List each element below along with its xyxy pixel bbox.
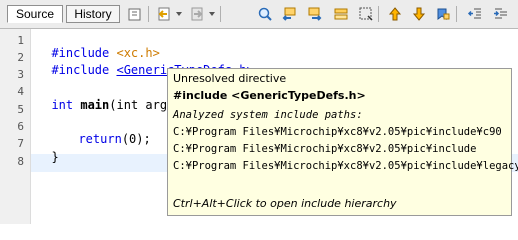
line-number: 6 <box>17 120 24 133</box>
code-line-4[interactable]: int main(int argc,c <box>37 84 188 112</box>
tooltip-analyzed-label: Analyzed system include paths: <box>173 109 363 121</box>
back-icon[interactable] <box>155 5 173 23</box>
line-number: 5 <box>17 103 24 116</box>
line-number: 3 <box>17 68 24 81</box>
toolbar-separator <box>148 6 149 22</box>
last-edit-icon[interactable] <box>126 5 144 23</box>
back-dropdown-icon[interactable] <box>176 12 182 16</box>
shift-left-icon[interactable] <box>466 5 484 23</box>
line-number: 4 <box>17 85 24 98</box>
forward-icon[interactable] <box>188 5 206 23</box>
previous-bookmark-icon[interactable] <box>386 5 404 23</box>
toggle-bookmark-icon[interactable] <box>434 5 452 23</box>
code-line-6[interactable]: return(0); <box>64 118 151 146</box>
next-bookmark-icon[interactable] <box>410 5 428 23</box>
include-path: C:¥Program Files¥Microchip¥xc8¥v2.05¥pic… <box>173 160 518 172</box>
line-number-gutter: 1 2 3 4 5 6 7 8 <box>0 29 31 224</box>
return-keyword: return <box>78 132 122 146</box>
toolbar-separator <box>456 6 457 22</box>
tooltip-hint: Ctrl+Alt+Click to open include hierarchy <box>173 197 397 210</box>
editor-toolbar: Source History <box>0 0 518 29</box>
shift-right-icon[interactable] <box>492 5 510 23</box>
toggle-rectangular-selection-icon[interactable] <box>357 5 375 23</box>
return-value: (0); <box>121 132 151 146</box>
forward-dropdown-icon[interactable] <box>209 12 215 16</box>
tab-source[interactable]: Source <box>7 5 63 23</box>
tooltip-directive: #include <GenericTypeDefs.h> <box>173 89 366 102</box>
toolbar-separator <box>378 6 379 22</box>
toolbar-separator <box>220 6 221 22</box>
find-next-icon[interactable] <box>306 5 324 23</box>
find-previous-icon[interactable] <box>280 5 298 23</box>
find-selection-icon[interactable] <box>256 5 274 23</box>
include-path: C:¥Program Files¥Microchip¥xc8¥v2.05¥pic… <box>173 143 477 155</box>
tooltip-title: Unresolved directive <box>173 72 287 85</box>
toggle-highlight-icon[interactable] <box>332 5 350 23</box>
type-keyword: int <box>51 98 81 112</box>
tab-history[interactable]: History <box>66 5 120 23</box>
line-number: 7 <box>17 137 24 150</box>
line-number: 1 <box>17 34 24 47</box>
unresolved-directive-tooltip: Unresolved directive #include <GenericTy… <box>167 68 518 216</box>
line-number: 8 <box>17 155 24 168</box>
code-line-7[interactable]: } <box>37 136 59 164</box>
include-directive: #include <box>51 63 117 77</box>
line-number: 2 <box>17 51 24 64</box>
function-name: main <box>80 98 110 112</box>
closing-brace: } <box>51 150 59 164</box>
include-path: C:¥Program Files¥Microchip¥xc8¥v2.05¥pic… <box>173 126 502 138</box>
